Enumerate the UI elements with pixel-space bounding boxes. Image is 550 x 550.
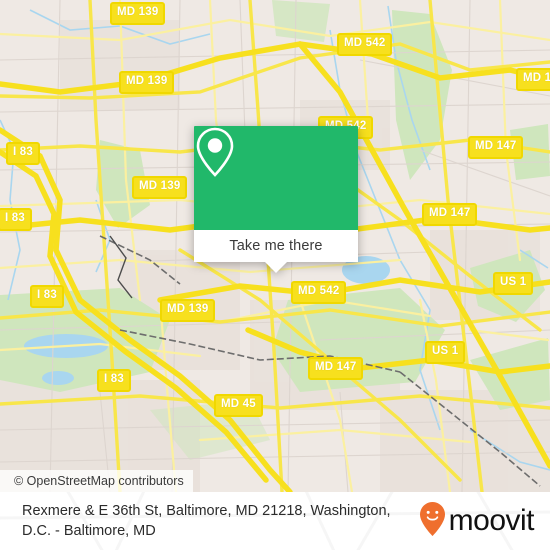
road-shield: MD 139 [119, 71, 175, 94]
road-shield: I 83 [6, 142, 40, 165]
callout-image-panel [194, 126, 358, 230]
road-shield: MD 14 [516, 68, 550, 91]
road-shield: I 83 [30, 285, 64, 308]
road-shield: MD 139 [132, 176, 188, 199]
road-shield: I 83 [97, 369, 131, 392]
road-shield: MD 45 [214, 394, 263, 417]
map-canvas[interactable]: .rd { stroke:#f7e01e; fill:none; stroke-… [0, 0, 550, 492]
map-screen: .rd { stroke:#f7e01e; fill:none; stroke-… [0, 0, 550, 550]
location-title: Rexmere & E 36th St, Baltimore, MD 21218… [22, 503, 391, 539]
moovit-pin-icon [419, 501, 446, 542]
road-shield: US 1 [425, 341, 466, 364]
road-shield: MD 139 [110, 2, 166, 25]
road-shield: MD 542 [291, 281, 347, 304]
road-shield: MD 147 [422, 203, 478, 226]
road-shield: MD 542 [337, 33, 393, 56]
road-shield: MD 147 [308, 357, 364, 380]
road-shield: MD 147 [468, 136, 524, 159]
take-me-there-label: Take me there [229, 238, 323, 254]
road-shield: I 83 [0, 208, 32, 231]
map-attribution[interactable]: © OpenStreetMap contributors [0, 470, 193, 492]
road-shield: MD 139 [160, 299, 216, 322]
location-callout-card[interactable]: Take me there [194, 126, 358, 273]
moovit-wordmark: moovit [448, 504, 535, 537]
moovit-logo[interactable]: moovit [419, 501, 535, 542]
road-shield: US 1 [493, 272, 534, 295]
callout-pointer-tail [265, 262, 287, 273]
footer-bar: Rexmere & E 36th St, Baltimore, MD 21218… [0, 492, 550, 550]
take-me-there-button[interactable]: Take me there [194, 230, 358, 262]
